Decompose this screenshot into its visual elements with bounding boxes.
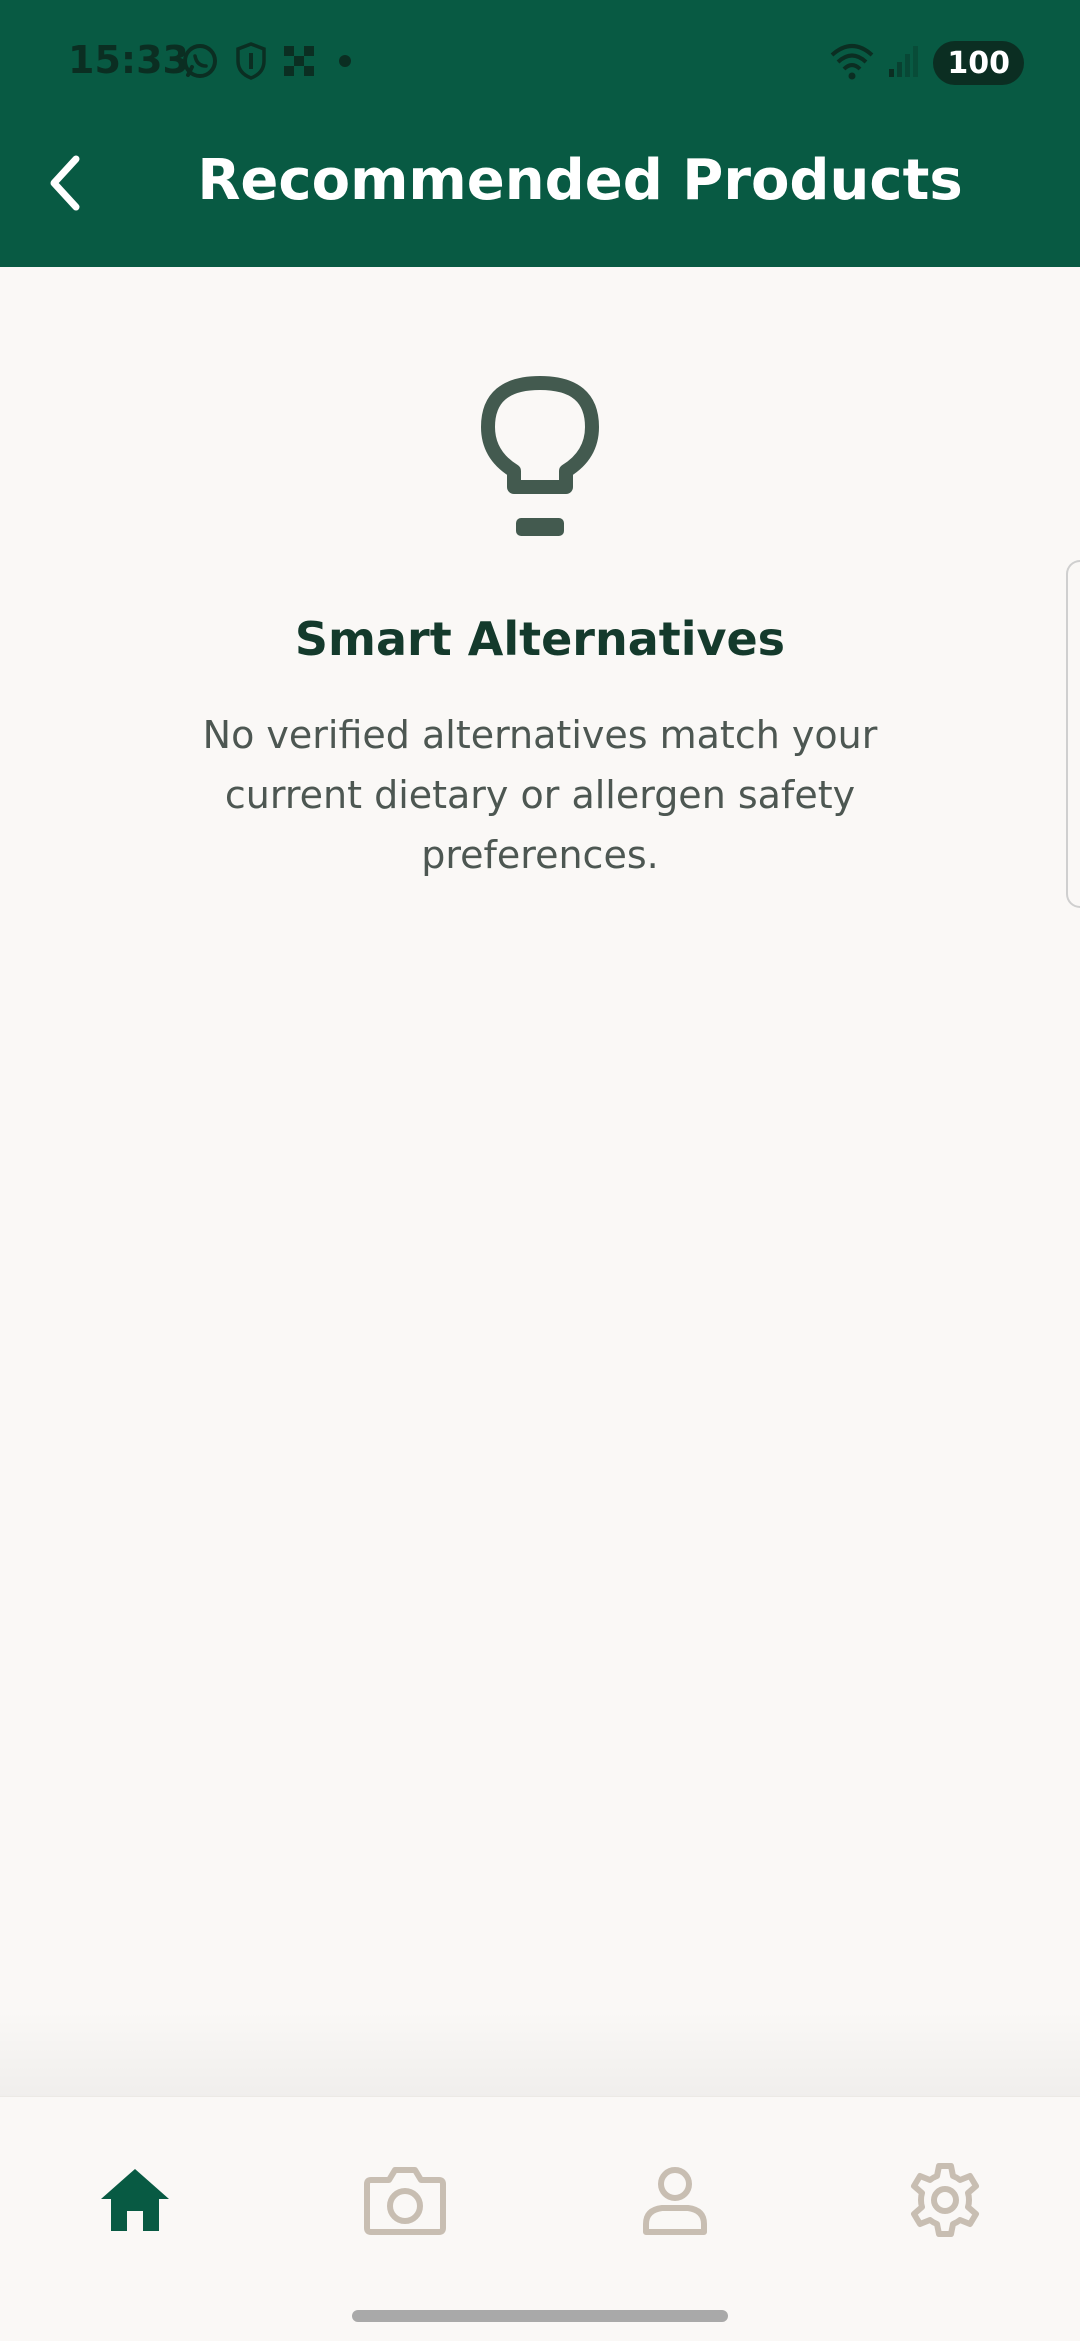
page-title: Recommended Products bbox=[197, 148, 963, 213]
bottom-nav bbox=[0, 2096, 1080, 2341]
qr-icon bbox=[282, 44, 316, 82]
home-indicator[interactable] bbox=[352, 2310, 728, 2322]
nav-home[interactable] bbox=[80, 2147, 190, 2257]
status-icons-left bbox=[180, 40, 360, 86]
nav-camera[interactable] bbox=[350, 2147, 460, 2257]
battery-icon: 100 bbox=[933, 41, 1024, 85]
signal-icon bbox=[887, 43, 921, 83]
status-time: 15:33 bbox=[68, 38, 189, 82]
bottom-nav-shadow bbox=[0, 2010, 1080, 2096]
nav-settings[interactable] bbox=[890, 2147, 1000, 2257]
dot-icon bbox=[330, 46, 360, 80]
status-icons-right: 100 bbox=[829, 38, 1024, 88]
whatsapp-icon bbox=[180, 41, 220, 85]
nav-profile[interactable] bbox=[620, 2147, 730, 2257]
empty-state-message: No verified alternatives match your curr… bbox=[202, 713, 878, 877]
shield-icon bbox=[234, 41, 268, 85]
profile-icon bbox=[640, 2162, 710, 2242]
camera-icon bbox=[363, 2162, 447, 2242]
status-bar: 15:33 100 bbox=[0, 0, 1080, 130]
home-icon bbox=[97, 2165, 173, 2239]
settings-icon bbox=[907, 2162, 983, 2242]
wifi-icon bbox=[829, 41, 875, 85]
empty-state-title: Smart Alternatives bbox=[294, 612, 786, 666]
lightbulb-icon bbox=[480, 375, 600, 545]
